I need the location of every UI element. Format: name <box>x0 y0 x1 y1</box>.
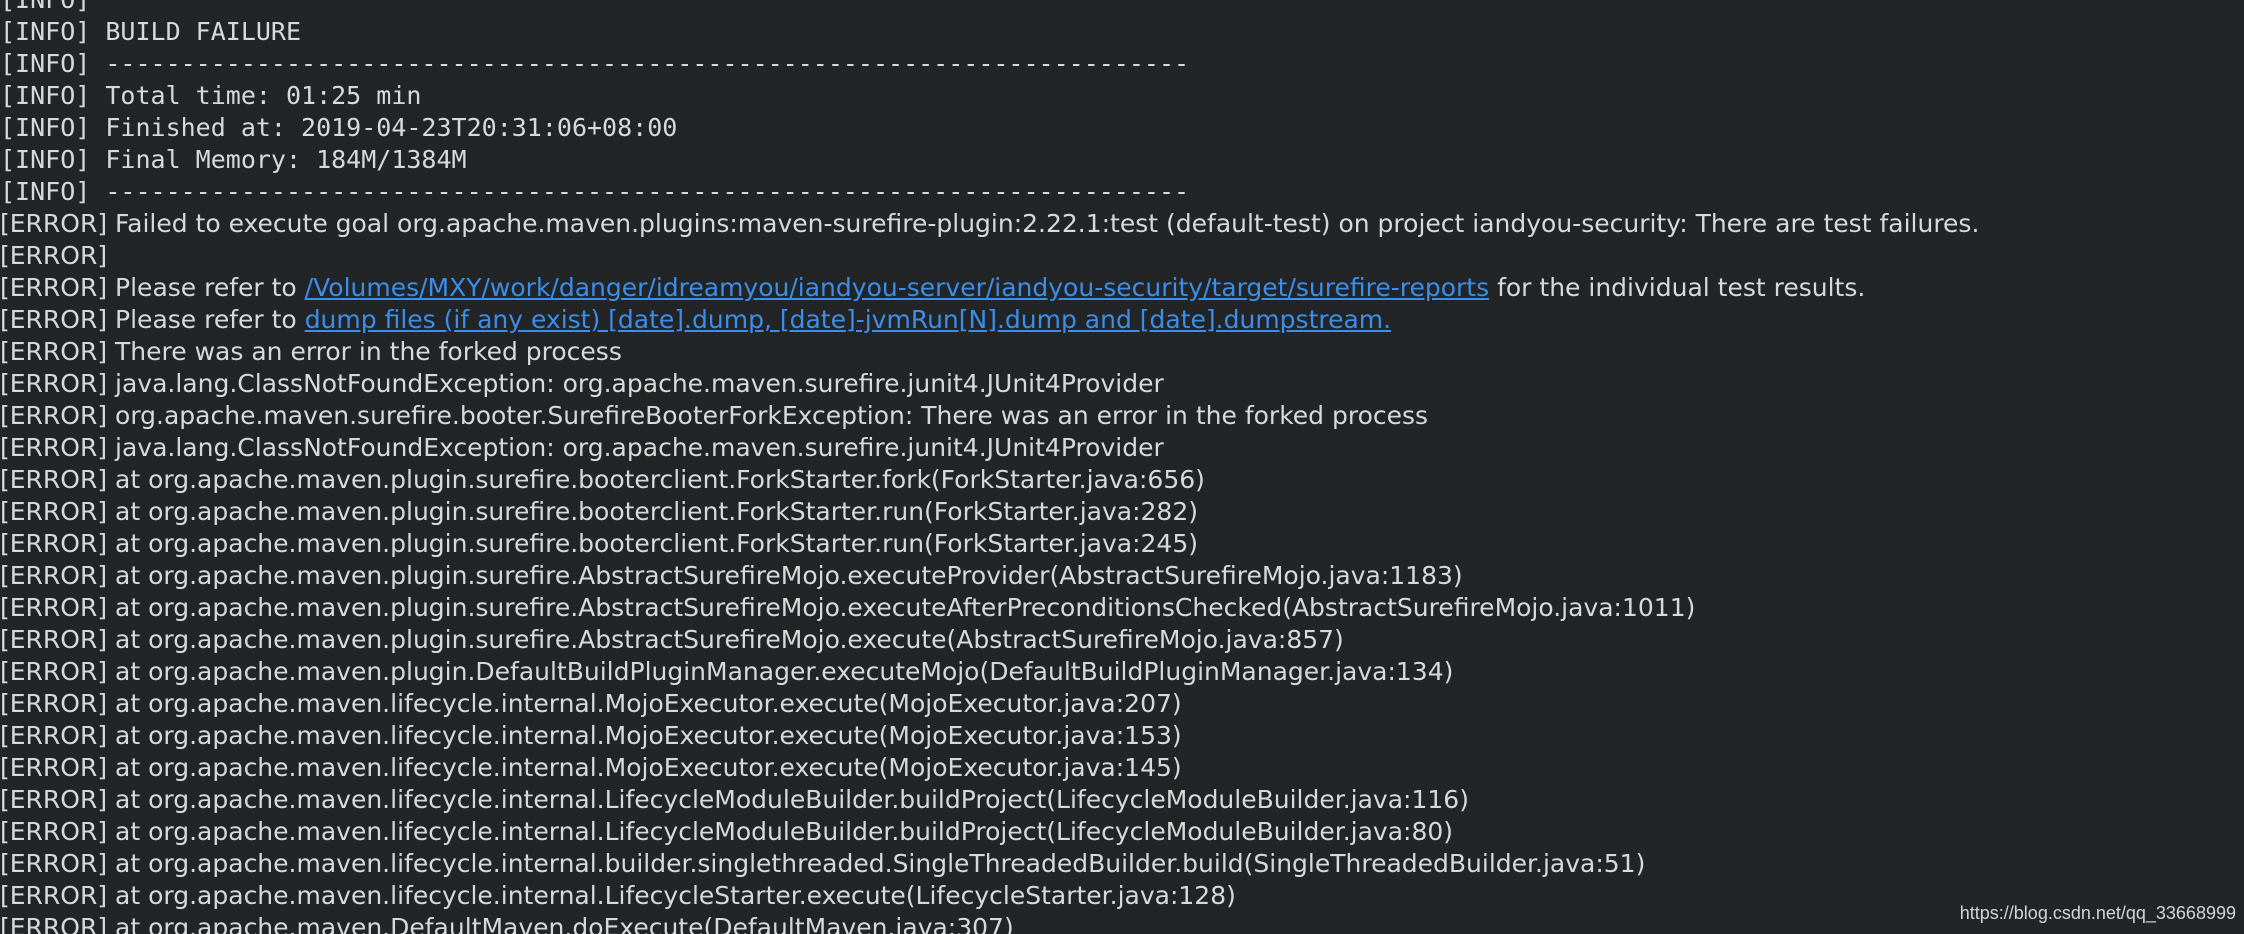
log-line: [ERROR] org.apache.maven.surefire.booter… <box>0 401 1429 430</box>
log-line: [ERROR] at org.apache.maven.lifecycle.in… <box>0 689 1182 718</box>
file-link[interactable]: /Volumes/MXY/work/danger/idreamyou/iandy… <box>305 273 1489 302</box>
log-line: [ERROR] at org.apache.maven.plugin.suref… <box>0 465 1205 494</box>
log-line: [ERROR] Please refer to dump files (if a… <box>0 304 2244 336</box>
log-line: [ERROR] at org.apache.maven.lifecycle.in… <box>0 849 1646 878</box>
log-line-text: [ERROR] Please refer to <box>0 305 305 334</box>
log-line: [ERROR] java.lang.ClassNotFoundException… <box>0 433 1164 462</box>
log-line: [ERROR] at org.apache.maven.lifecycle.in… <box>0 785 1469 814</box>
log-line: [ERROR] java.lang.ClassNotFoundException… <box>0 369 1164 398</box>
watermark: https://blog.csdn.net/qq_33668999 <box>1959 903 2236 923</box>
log-line: [ERROR] <box>0 241 108 270</box>
log-line-text: for the individual test results. <box>1489 273 1866 302</box>
log-line: [ERROR] at org.apache.maven.plugin.suref… <box>0 593 1696 622</box>
log-line: [INFO] BUILD FAILURE <box>0 17 302 46</box>
log-line: [ERROR] at org.apache.maven.lifecycle.in… <box>0 881 1236 910</box>
log-line: [ERROR] Failed to execute goal org.apach… <box>0 209 1980 238</box>
log-line: [INFO] <box>0 0 2244 16</box>
log-line: [INFO] Total time: 01:25 min <box>0 81 422 110</box>
log-line: [ERROR] at org.apache.maven.plugin.suref… <box>0 497 1198 526</box>
file-link[interactable]: dump files (if any exist) [date].dump, [… <box>305 305 1391 334</box>
log-line: [ERROR] at org.apache.maven.lifecycle.in… <box>0 721 1182 750</box>
log-line: [INFO] Finished at: 2019-04-23T20:31:06+… <box>0 113 678 142</box>
log-line: [ERROR] at org.apache.maven.lifecycle.in… <box>0 817 1454 846</box>
terminal-output[interactable]: [INFO][INFO] BUILD FAILURE [INFO] -------… <box>0 0 2244 934</box>
log-line: [ERROR] at org.apache.maven.lifecycle.in… <box>0 753 1182 782</box>
log-line: [ERROR] at org.apache.maven.plugin.suref… <box>0 561 1463 590</box>
log-line: [INFO] ---------------------------------… <box>0 49 1190 78</box>
log-line: [ERROR] at org.apache.maven.plugin.Defau… <box>0 657 1454 686</box>
log-line: [ERROR] at org.apache.maven.plugin.suref… <box>0 625 1344 654</box>
log-line-text: [ERROR] Please refer to <box>0 273 305 302</box>
log-line: [ERROR] There was an error in the forked… <box>0 337 622 366</box>
log-line: [ERROR] at org.apache.maven.DefaultMaven… <box>0 913 1014 934</box>
log-line: [ERROR] at org.apache.maven.plugin.suref… <box>0 529 1198 558</box>
log-line: [ERROR] Please refer to /Volumes/MXY/wor… <box>0 272 2244 304</box>
log-lines: [INFO][INFO] BUILD FAILURE [INFO] -------… <box>0 0 2244 934</box>
log-line: [INFO] Final Memory: 184M/1384M <box>0 145 467 174</box>
log-line: [INFO] ---------------------------------… <box>0 177 1190 206</box>
